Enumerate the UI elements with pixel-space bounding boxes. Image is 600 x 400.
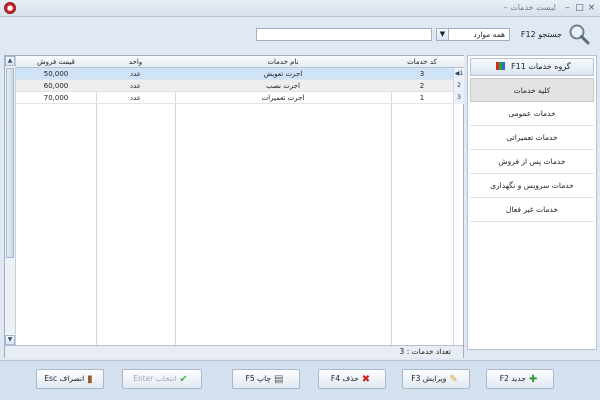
checkmark-icon: ✔ (179, 374, 188, 385)
scroll-up-arrow[interactable]: ▲ (5, 56, 15, 66)
cell-code: 2 (419, 82, 425, 90)
cell-code: 1 (419, 94, 425, 102)
row-number: 1 (459, 70, 464, 77)
app-icon[interactable]: ● (4, 2, 16, 14)
select-button[interactable]: ✔انتخاب Enter (122, 369, 202, 389)
edit-button-label: ویرایش F3 (411, 374, 447, 383)
row-number: 3 (457, 94, 461, 101)
search-bar: جستجو F12 ▼ همه موارد (0, 17, 600, 50)
table-row[interactable]: 50,000 عدد اجرت تعویض 3 ◀1 (16, 68, 464, 80)
delete-x-icon: ✖ (361, 374, 371, 385)
row-indicator[interactable]: ◀1 (453, 68, 464, 80)
select-button-label: انتخاب Enter (133, 374, 177, 383)
pencil-icon: ✎ (449, 374, 458, 385)
cell-price: 70,000 (43, 94, 69, 102)
service-groups-header[interactable]: گروه خدمات F11 (470, 58, 594, 76)
cancel-button[interactable]: ▮انصراف Esc (36, 369, 104, 389)
cell-code: 3 (419, 70, 425, 78)
exit-door-icon: ▮ (87, 374, 93, 385)
cell-price: 50,000 (43, 70, 69, 78)
service-count: تعداد خدمات : 3 (399, 347, 451, 356)
row-indicator[interactable]: 3 (453, 92, 464, 104)
new-button-label: جدید F2 (499, 374, 526, 383)
vertical-scrollbar[interactable]: ▲ ▼ (5, 56, 16, 345)
search-scope-select[interactable]: ▼ همه موارد (436, 28, 510, 41)
delete-button-label: حذف F4 (330, 374, 359, 383)
window-title: لیست خدمات – (504, 3, 556, 12)
search-scope-value: همه موارد (473, 30, 505, 39)
action-bar: ✚جدید F2 ✎ویرایش F3 ✖حذف F4 ▤چاپ F5 ✔انت… (0, 360, 600, 400)
group-item-general[interactable]: خدمات عمومی (470, 102, 594, 126)
maximize-button[interactable]: □ (574, 2, 585, 14)
table-row[interactable]: 70,000 عدد اجرت تعمیرات 1 3 (16, 92, 464, 104)
title-bar: ● لیست خدمات – – □ × (0, 0, 600, 17)
header-unit[interactable]: واحد (96, 56, 175, 68)
group-item-after-sales[interactable]: خدمات پس از فروش (470, 150, 594, 174)
grid-icon (496, 62, 506, 70)
cell-name: اجرت تعویض (263, 70, 303, 78)
row-number: 2 (457, 82, 461, 89)
print-button[interactable]: ▤چاپ F5 (232, 369, 300, 389)
delete-button[interactable]: ✖حذف F4 (318, 369, 386, 389)
edit-button[interactable]: ✎ویرایش F3 (402, 369, 470, 389)
magnifier-icon[interactable] (568, 23, 590, 45)
group-item-maintenance[interactable]: خدمات سرویس و نگهداری (470, 174, 594, 198)
cell-unit: عدد (130, 94, 141, 102)
search-input[interactable] (256, 28, 432, 41)
header-price[interactable]: قیمت فروش (16, 56, 96, 68)
minimize-button[interactable]: – (562, 2, 573, 14)
services-table: ▲ ▼ قیمت فروش واحد نام خدمات کد خدمات 50… (4, 55, 464, 358)
table-row[interactable]: 60,000 عدد اجرت نصب 2 2 (16, 80, 464, 92)
window-title-text: لیست خدمات (510, 3, 556, 12)
table-footer: تعداد خدمات : 3 (5, 345, 463, 358)
service-groups-panel: گروه خدمات F11 کلیه خدمات خدمات عمومی خد… (467, 55, 597, 350)
cell-name: اجرت نصب (266, 82, 300, 90)
scroll-down-arrow[interactable]: ▼ (5, 335, 15, 345)
services-grid: قیمت فروش واحد نام خدمات کد خدمات 50,000… (16, 56, 464, 345)
cell-unit: عدد (130, 70, 141, 78)
cell-unit: عدد (130, 82, 141, 90)
printer-icon: ▤ (274, 374, 284, 385)
group-item-all[interactable]: کلیه خدمات (470, 78, 594, 102)
group-item-repair[interactable]: خدمات تعمیراتی (470, 126, 594, 150)
table-header: قیمت فروش واحد نام خدمات کد خدمات (16, 56, 464, 68)
search-label: جستجو F12 (520, 30, 562, 39)
cell-price: 60,000 (43, 82, 69, 90)
service-groups-title: گروه خدمات F11 (511, 62, 571, 71)
scroll-thumb[interactable] (6, 68, 14, 258)
cell-name: اجرت تعمیرات (261, 94, 305, 102)
header-name[interactable]: نام خدمات (175, 56, 391, 68)
new-button[interactable]: ✚جدید F2 (486, 369, 554, 389)
group-item-inactive[interactable]: خدمات غیر فعال (470, 198, 594, 222)
print-button-label: چاپ F5 (245, 374, 271, 383)
close-button[interactable]: × (586, 2, 597, 14)
title-separator: – (503, 3, 508, 12)
chevron-down-icon[interactable]: ▼ (437, 29, 449, 40)
header-code[interactable]: کد خدمات (391, 56, 453, 68)
plus-icon: ✚ (528, 374, 538, 385)
cancel-button-label: انصراف Esc (44, 374, 85, 383)
row-indicator[interactable]: 2 (453, 80, 464, 92)
